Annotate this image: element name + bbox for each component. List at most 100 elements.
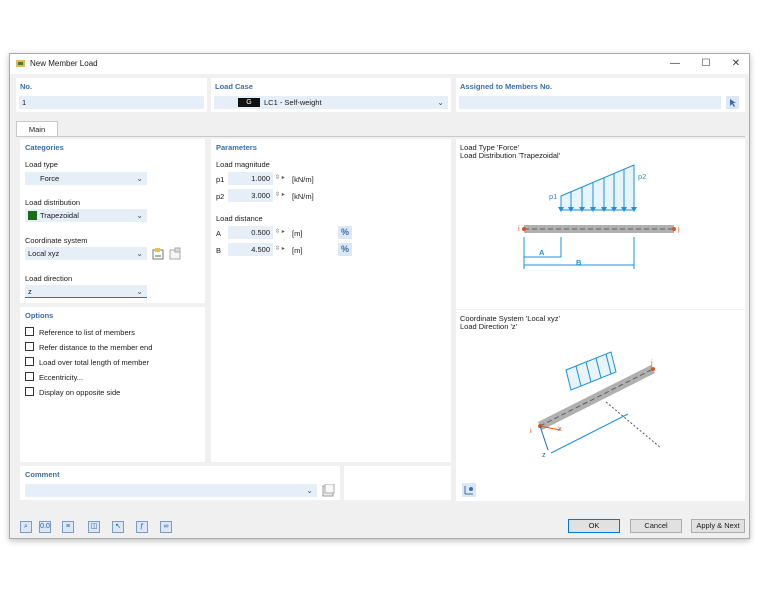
new-member-load-dialog: New Member Load — ☐ ✕ No. 1 Load Case G … <box>9 53 750 539</box>
load-type-select[interactable]: Force ⌄ <box>25 172 147 185</box>
apply-next-button[interactable]: Apply & Next <box>691 519 745 533</box>
edit-coord-system-icon[interactable] <box>169 247 182 260</box>
infinity-icon[interactable]: ∞ <box>160 521 172 533</box>
checkbox-eccentricity[interactable] <box>25 372 34 381</box>
b-field[interactable]: 4.500 <box>228 243 273 256</box>
spinner-icon[interactable]: ⇳ ▸ <box>275 191 285 198</box>
coord-system-value: Local xyz <box>28 249 60 258</box>
node-i-label: i <box>518 224 520 233</box>
load-type-label: Load type <box>25 160 58 169</box>
load-distribution-select[interactable]: Trapezoidal ⌄ <box>25 209 147 222</box>
options-panel: Options Reference to list of members Ref… <box>20 307 205 462</box>
load-case-label: Load Case <box>215 82 253 91</box>
chevron-down-icon: ⌄ <box>306 486 313 495</box>
checkbox-opposite-side[interactable] <box>25 387 34 396</box>
chevron-down-icon: ⌄ <box>136 287 143 296</box>
spinner-icon[interactable]: ⇳ ▸ <box>275 228 285 235</box>
dim-b-label: B <box>576 258 582 267</box>
coord-system-diagram <box>538 351 662 454</box>
function-icon[interactable]: ƒ <box>136 521 148 533</box>
load-distance-label: Load distance <box>216 214 263 223</box>
tab-main[interactable]: Main <box>16 121 58 136</box>
p2-unit: [kN/m] <box>292 192 314 201</box>
close-button[interactable]: ✕ <box>721 55 751 73</box>
option-label: Display on opposite side <box>39 388 121 397</box>
select-members-icon[interactable] <box>726 96 739 109</box>
a-label: A <box>216 229 222 238</box>
force-icon <box>28 175 37 182</box>
option-label: Refer distance to the member end <box>39 343 153 352</box>
x-axis-label: x <box>558 424 562 433</box>
comment-library-icon[interactable] <box>322 484 335 497</box>
load-case-badge: G <box>238 98 260 107</box>
p2-marker: p2 <box>638 172 647 181</box>
b-label: B <box>216 246 222 255</box>
checkbox-refer-distance[interactable] <box>25 342 34 351</box>
load-direction-value: z <box>28 287 32 296</box>
preview-settings-icon[interactable] <box>462 483 476 497</box>
coord-system-label: Coordinate system <box>25 236 88 245</box>
load-case-select[interactable]: G LC1 - Self-weight ⌄ <box>214 96 448 109</box>
a-unit: [m] <box>292 229 303 238</box>
no-panel: No. 1 <box>16 78 207 112</box>
a-percent-button[interactable]: % <box>338 226 352 239</box>
assigned-field[interactable] <box>459 96 721 109</box>
select-icon[interactable]: ↖ <box>112 521 124 533</box>
b-percent-button[interactable]: % <box>338 243 352 256</box>
z-axis-label: z <box>542 450 546 459</box>
chevron-down-icon: ⌄ <box>136 211 143 220</box>
ok-button[interactable]: OK <box>568 519 620 533</box>
b-unit: [m] <box>292 246 303 255</box>
cancel-button[interactable]: Cancel <box>630 519 682 533</box>
a-field[interactable]: 0.500 <box>228 226 273 239</box>
p1-label: p1 <box>216 175 225 184</box>
option-label: Load over total length of member <box>39 358 150 367</box>
table-icon[interactable]: ≡ <box>62 521 74 533</box>
load-preview-panel: Load Type 'Force' Load Distribution 'Tra… <box>456 139 745 309</box>
load-magnitude-label: Load magnitude <box>216 160 270 169</box>
load-direction-select[interactable]: z ⌄ <box>25 285 147 298</box>
spinner-icon[interactable]: ⇳ ▸ <box>275 245 285 252</box>
assigned-panel: Assigned to Members No. <box>456 78 745 112</box>
checkbox-reference-list[interactable] <box>25 327 34 336</box>
view-icon[interactable]: ◫ <box>88 521 100 533</box>
node-j-label: j <box>678 224 680 233</box>
comment-field[interactable]: ⌄ <box>25 484 317 497</box>
minimize-button[interactable]: — <box>660 55 690 73</box>
app-icon <box>16 60 25 67</box>
load-distribution-label: Load distribution <box>25 198 81 207</box>
categories-heading: Categories <box>25 143 64 152</box>
no-field[interactable]: 1 <box>19 96 204 109</box>
search-icon[interactable]: ⌕ <box>20 521 32 533</box>
coord-system-select[interactable]: Local xyz ⌄ <box>25 247 147 260</box>
load-distribution-value: Trapezoidal <box>40 211 79 220</box>
p1-field[interactable]: 1.000 <box>228 172 273 185</box>
spinner-icon[interactable]: ⇳ ▸ <box>275 174 285 181</box>
chevron-down-icon: ⌄ <box>437 98 444 107</box>
comment-aux-panel <box>344 466 451 500</box>
load-type-value: Force <box>40 174 60 183</box>
assigned-label: Assigned to Members No. <box>460 82 553 91</box>
units-icon[interactable]: 0.0 <box>39 521 51 533</box>
checkbox-total-length[interactable] <box>25 357 34 366</box>
categories-panel: Categories Load type Force ⌄ Load distri… <box>20 139 205 303</box>
chevron-down-icon: ⌄ <box>136 249 143 258</box>
p1-unit: [kN/m] <box>292 175 314 184</box>
trapezoidal-load-diagram <box>522 164 676 269</box>
trapezoidal-icon <box>28 211 37 220</box>
coord-preview-panel: Coordinate System 'Local xyz' Load Direc… <box>456 310 745 501</box>
p2-field[interactable]: 3.000 <box>228 189 273 202</box>
dim-a-label: A <box>539 248 545 257</box>
option-label: Reference to list of members <box>39 328 135 337</box>
p2-label: p2 <box>216 192 225 201</box>
parameters-heading: Parameters <box>216 143 257 152</box>
comment-label: Comment <box>25 470 60 479</box>
title-bar: New Member Load — ☐ ✕ <box>10 54 749 74</box>
node-j-label: j <box>651 358 653 367</box>
option-label: Eccentricity... <box>39 373 84 382</box>
new-coord-system-icon[interactable] <box>152 247 165 260</box>
options-heading: Options <box>25 311 54 320</box>
no-label: No. <box>20 82 33 91</box>
maximize-button[interactable]: ☐ <box>691 55 721 73</box>
comment-panel: Comment ⌄ <box>20 466 340 500</box>
